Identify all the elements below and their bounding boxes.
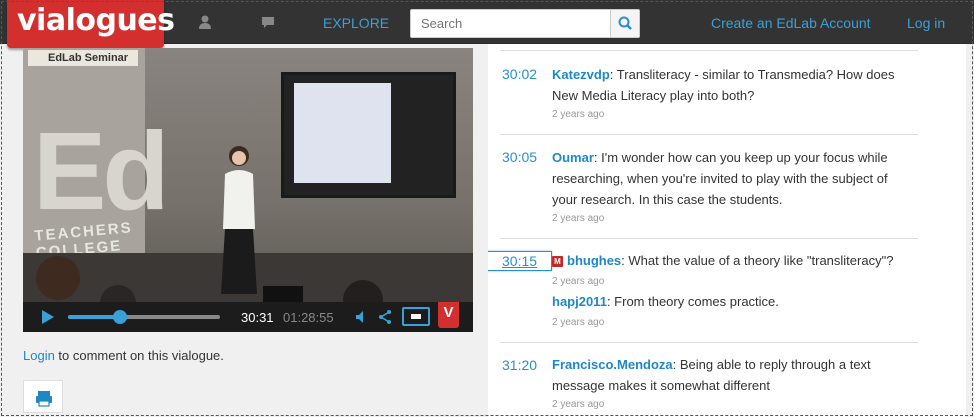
progress-fill	[68, 315, 120, 319]
comment-age: 2 years ago	[552, 399, 605, 410]
search-input[interactable]	[411, 10, 610, 37]
presentation-slide	[294, 83, 391, 183]
vialogues-badge[interactable]: V	[438, 302, 459, 328]
badge-letter: V	[443, 304, 454, 321]
students-silhouettes	[36, 256, 383, 308]
comments-panel: 30:02 Katezvdp: Transliteracy - similar …	[488, 44, 966, 417]
print-button[interactable]	[23, 380, 63, 413]
reply-body: From theory comes practice.	[614, 294, 779, 309]
share-icon[interactable]	[377, 309, 393, 325]
fullscreen-button[interactable]	[402, 307, 430, 326]
comment-timestamp[interactable]: 31:20	[502, 357, 537, 373]
duration: 01:28:55	[283, 310, 334, 325]
comment-text: Katezvdp: Transliteracy - similar to Tra…	[552, 67, 895, 103]
current-time: 30:31	[241, 310, 274, 325]
moderator-badge: M	[552, 256, 563, 267]
progress-bar[interactable]	[68, 310, 220, 324]
comment-text: Oumar: I'm wonder how can you keep up yo…	[552, 150, 888, 207]
video-player[interactable]: EdLab Seminar Ed TEACHERS COLLEGE 30:31 …	[23, 48, 473, 332]
comment-text: Mbhughes: What the value of a theory lik…	[552, 250, 912, 271]
divider	[500, 342, 918, 343]
user-icon[interactable]	[197, 14, 213, 30]
divider	[500, 238, 918, 239]
comment-body: I'm wonder how can you keep up your focu…	[552, 150, 888, 207]
divider	[500, 50, 918, 51]
comment-user[interactable]: Francisco.Mendoza	[552, 357, 673, 372]
fullscreen-icon	[411, 314, 421, 319]
create-account-link[interactable]: Create an EdLab Account	[711, 15, 871, 31]
login-prompt: Login to comment on this vialogue.	[23, 348, 224, 363]
comment-user[interactable]: bhughes	[567, 253, 621, 268]
search-icon	[618, 16, 632, 30]
comment-timestamp[interactable]: 30:02	[502, 66, 537, 82]
comment-timestamp[interactable]: 30:05	[502, 149, 537, 165]
comment-body: What the value of a theory like "transli…	[628, 253, 894, 268]
print-icon	[36, 391, 52, 407]
login-link[interactable]: Log in	[907, 15, 945, 31]
comment-age: 2 years ago	[552, 276, 605, 287]
comment-text: Francisco.Mendoza: Being able to reply t…	[552, 357, 871, 393]
video-controls: 30:31 01:28:55 V	[23, 302, 473, 332]
chat-icon[interactable]	[260, 14, 276, 30]
explore-link[interactable]: EXPLORE	[323, 15, 389, 31]
volume-icon[interactable]	[354, 309, 370, 325]
login-prompt-text: to comment on this vialogue.	[54, 348, 224, 363]
banner-letters: Ed	[33, 110, 170, 233]
reply-text: hapj2011: From theory comes practice.	[552, 294, 779, 309]
comment-user[interactable]: Oumar	[552, 150, 594, 165]
comment-age: 2 years ago	[552, 213, 605, 224]
comment-login-link[interactable]: Login	[23, 348, 55, 363]
presentation-screen	[281, 72, 456, 198]
divider	[500, 134, 918, 135]
comment-user[interactable]: Katezvdp	[552, 67, 610, 82]
play-icon[interactable]	[41, 309, 55, 325]
comment-timestamp-active[interactable]: 30:15	[488, 251, 553, 271]
comment-age: 2 years ago	[552, 109, 605, 120]
search-box	[410, 9, 640, 38]
reply-age: 2 years ago	[552, 317, 605, 328]
reply-user[interactable]: hapj2011	[552, 294, 607, 309]
edlab-seminar-tag: EdLab Seminar	[28, 50, 138, 66]
vialogues-logo[interactable]: vialogues	[7, 0, 175, 48]
search-button[interactable]	[610, 10, 639, 37]
progress-knob[interactable]	[112, 310, 127, 324]
